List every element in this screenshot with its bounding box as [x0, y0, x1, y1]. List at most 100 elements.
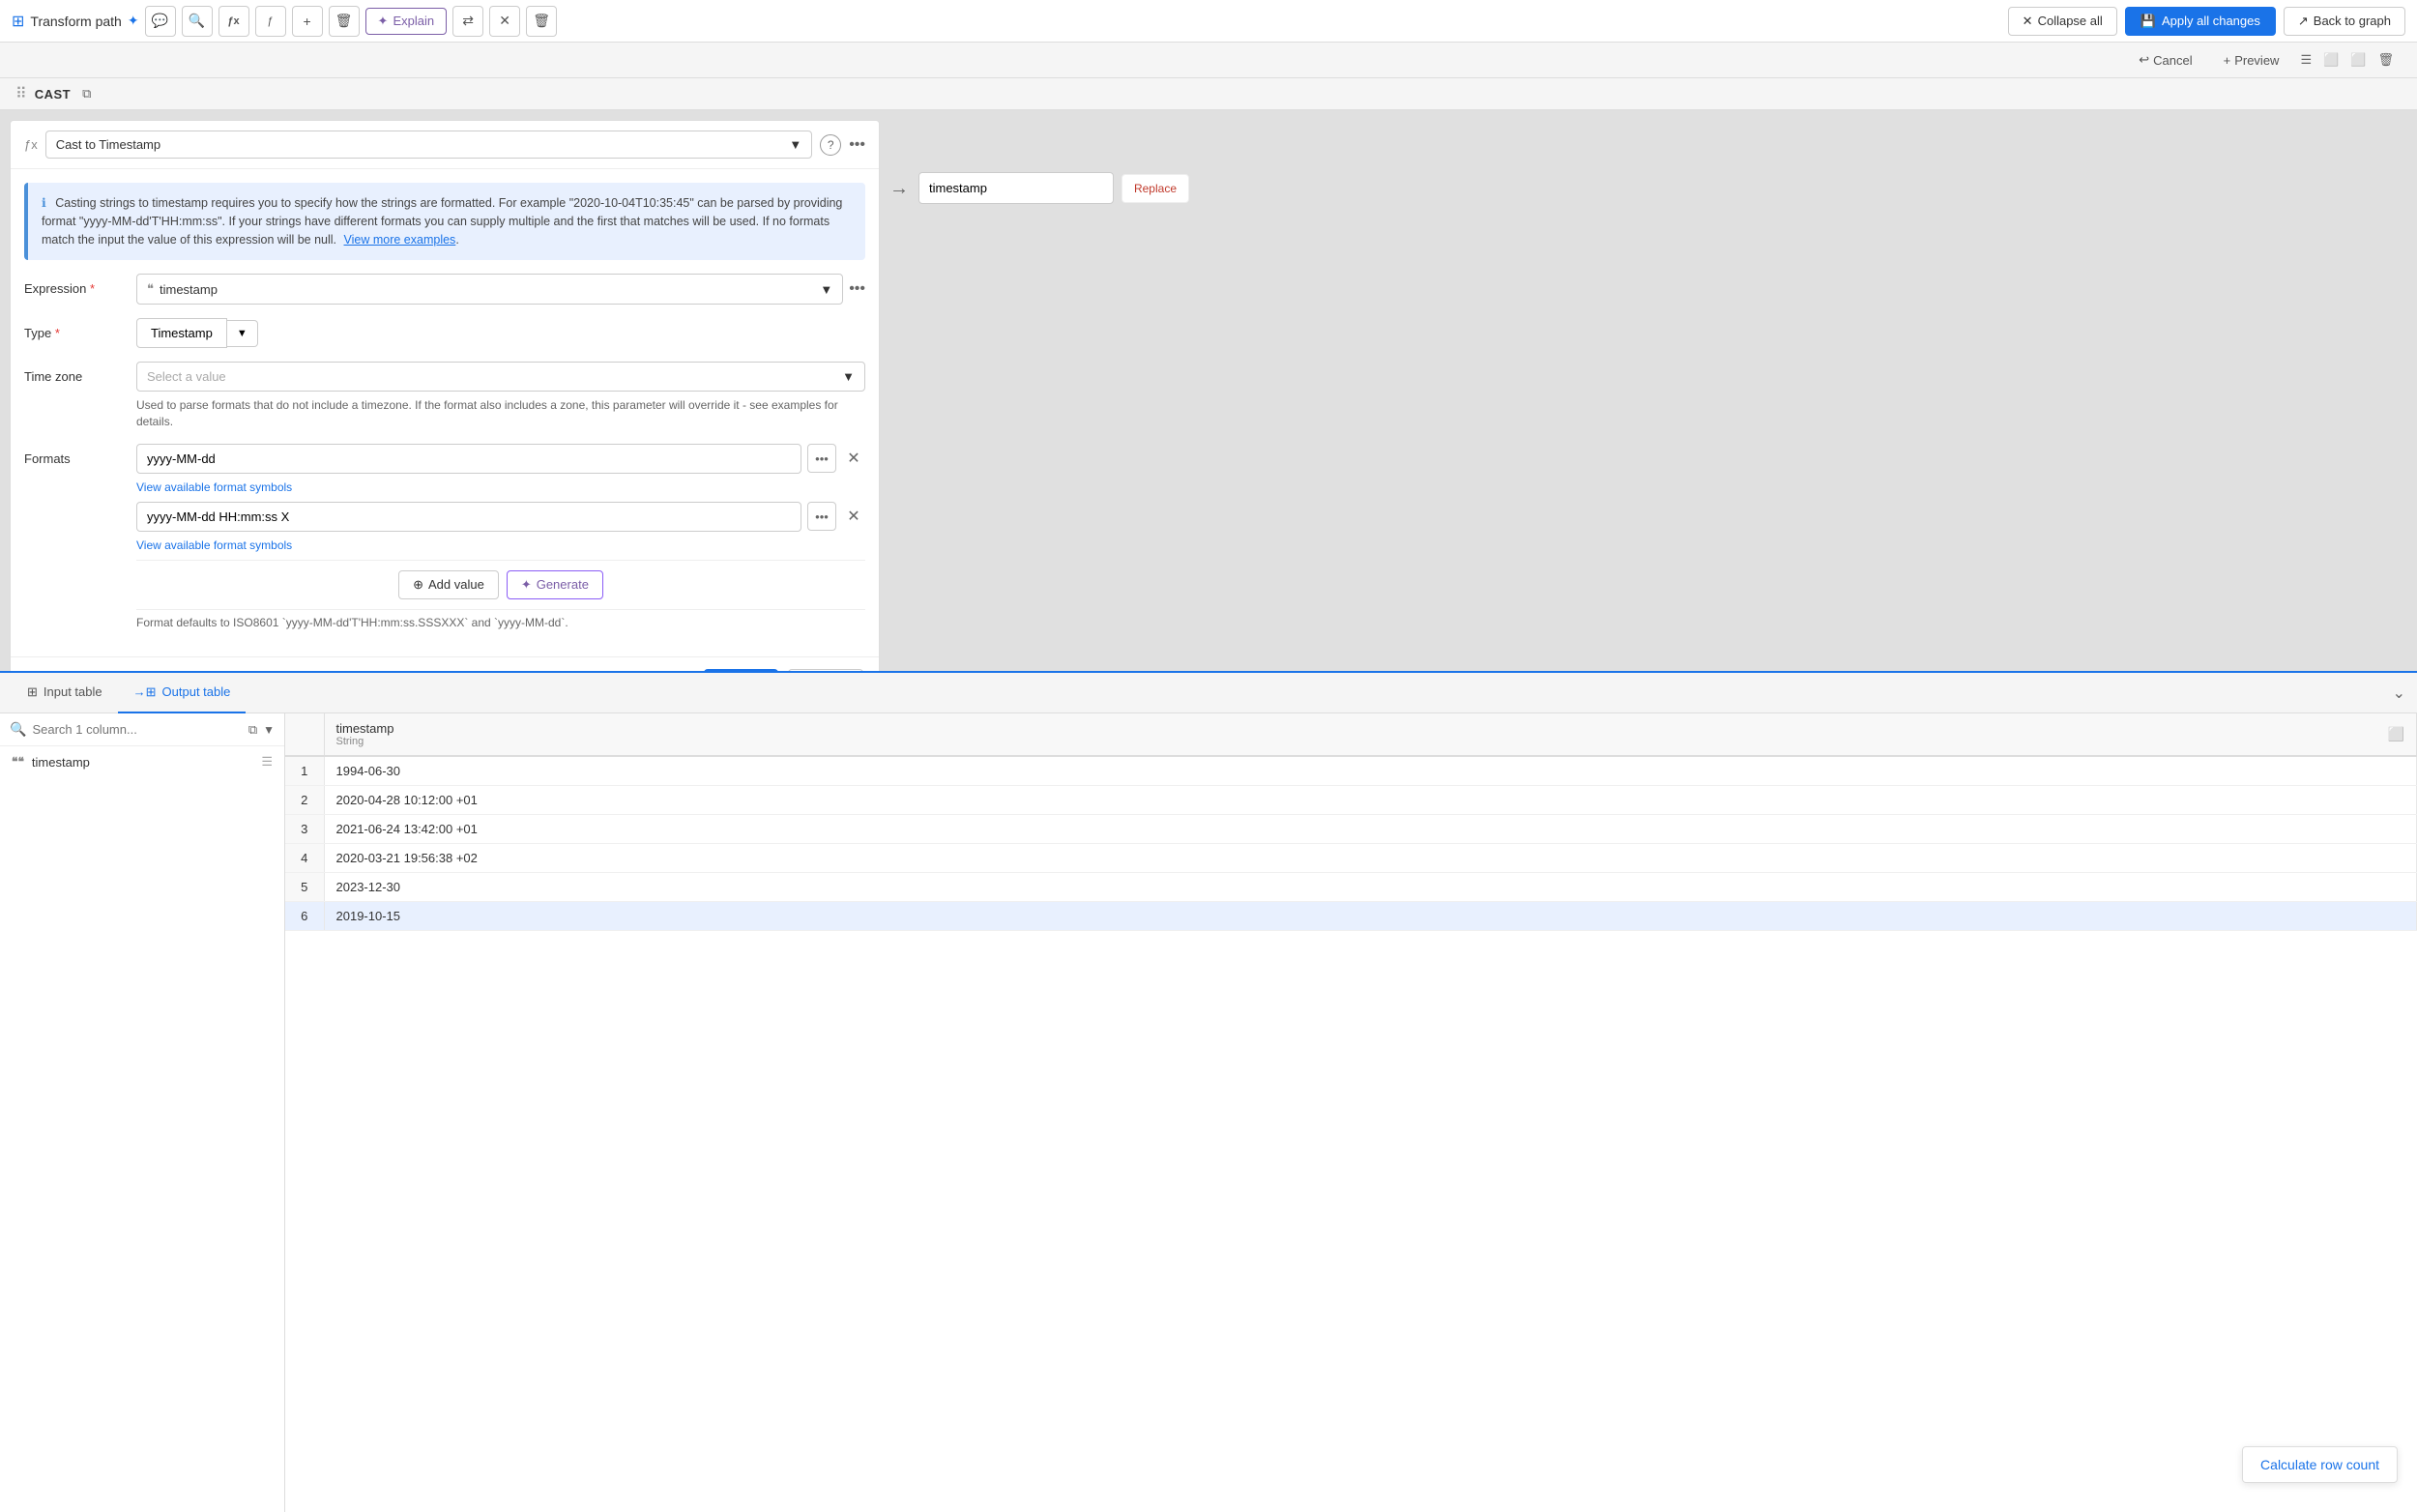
back-icon: ↗ — [2298, 14, 2309, 29]
row-num-cell: 5 — [285, 873, 324, 902]
output-table-tab[interactable]: →⊞ Output table — [118, 673, 247, 713]
preview-button[interactable]: + Preview — [2214, 49, 2289, 72]
add-value-label: Add value — [428, 577, 484, 592]
cast-section-title: CAST — [35, 87, 71, 102]
type-control: Timestamp ▼ — [136, 318, 865, 348]
format1-more-btn[interactable]: ••• — [807, 444, 836, 473]
swap-icon-btn[interactable]: ⇄ — [452, 6, 483, 37]
format2-remove-btn[interactable]: ✕ — [842, 505, 865, 528]
sort-icon[interactable]: ☰ — [261, 754, 273, 770]
upper-panel: ↩ Cancel + Preview ☰ ⬜ ⬜ 🗑 ⠿ CAST ⧉ — [0, 43, 2417, 671]
generate-button[interactable]: ✦ Generate — [507, 570, 603, 599]
more-options-icon[interactable]: ••• — [849, 136, 865, 154]
table-row[interactable]: 2 2020-04-28 10:12:00 +01 — [285, 786, 2417, 815]
view-examples-link[interactable]: View more examples — [344, 233, 456, 247]
function-select[interactable]: Cast to Timestamp ▼ — [45, 131, 812, 159]
apply-button[interactable]: Apply — [704, 669, 778, 671]
output-panel: Replace — [918, 120, 1189, 204]
plus-icon-btn[interactable]: + — [292, 6, 323, 37]
expand-icon[interactable]: ⬜ — [2350, 52, 2366, 68]
format1-remove-btn[interactable]: ✕ — [842, 447, 865, 470]
calculate-row-count-btn[interactable]: Calculate row count — [2242, 1446, 2398, 1483]
col-header-type: String — [336, 736, 394, 747]
input-table-icon: ⊞ — [27, 684, 38, 700]
trash-icon-btn[interactable]: 🗑 — [329, 6, 360, 37]
cancel-button[interactable]: Cancel — [788, 669, 863, 671]
delete-icon-btn[interactable]: 🗑 — [526, 6, 557, 37]
grid-icon: ⊞ — [12, 12, 24, 31]
cast-header: ⠿ CAST ⧉ — [0, 78, 2417, 110]
table-row[interactable]: 1 1994-06-30 — [285, 756, 2417, 786]
input-table-tab[interactable]: ⊞ Input table — [12, 673, 118, 713]
format2-input[interactable] — [136, 502, 801, 532]
format1-input[interactable] — [136, 444, 801, 474]
replace-button[interactable]: Replace — [1121, 174, 1189, 203]
search-input[interactable] — [32, 722, 242, 737]
type-value-btn[interactable]: Timestamp — [136, 318, 227, 348]
arrow-area: → — [889, 120, 909, 200]
expression-select[interactable]: ❝ timestamp ▼ — [136, 274, 843, 305]
add-value-button[interactable]: ⊕ Add value — [398, 570, 499, 599]
chevron-sidebar-icon[interactable]: ▼ — [263, 723, 275, 737]
expression-row: Expression * ❝ timestamp ▼ — [24, 274, 865, 305]
zoom-icon-btn[interactable]: 🔍 — [182, 6, 213, 37]
expand-table-btn[interactable]: ⌄ — [2393, 683, 2405, 703]
table-row[interactable]: 3 2021-06-24 13:42:00 +01 — [285, 815, 2417, 844]
trash2-icon[interactable]: 🗑 — [2377, 52, 2394, 68]
timezone-note: Used to parse formats that do not includ… — [136, 397, 865, 430]
expression-more-icon[interactable]: ••• — [849, 280, 865, 298]
expression-input-area: ❝ timestamp ▼ ••• — [136, 274, 865, 305]
filter-icon[interactable]: ☰ — [2300, 52, 2312, 68]
save-icon: 💾 — [2140, 14, 2156, 29]
preview-icon: + — [2224, 53, 2231, 68]
type-dropdown-btn[interactable]: ▼ — [227, 320, 258, 347]
formula-icon-btn[interactable]: ƒx — [218, 6, 249, 37]
apply-all-button[interactable]: 💾 Apply all changes — [2125, 7, 2276, 36]
drag-handle-icon: ⠿ — [15, 84, 27, 103]
help-icon[interactable]: ? — [820, 134, 841, 156]
table-row[interactable]: 4 2020-03-21 19:56:38 +02 — [285, 844, 2417, 873]
data-table: timestamp String ⬜ 1 1994-06-30 2 20 — [285, 713, 2417, 931]
expression-control: ❝ timestamp ▼ ••• — [136, 274, 865, 305]
add-generate-row: ⊕ Add value ✦ Generate — [136, 563, 865, 607]
table-row[interactable]: 6 2019-10-15 — [285, 902, 2417, 931]
column-name-timestamp: timestamp — [32, 755, 90, 770]
explain-label: Explain — [393, 14, 434, 28]
explain-button[interactable]: ✦ Explain — [365, 8, 448, 35]
required-star: * — [90, 281, 95, 296]
collapse-all-button[interactable]: ✕ Collapse all — [2008, 7, 2117, 36]
transform-path-label: ⊞ Transform path ✦ — [12, 12, 139, 31]
fx-prefix-icon: ƒx — [24, 137, 38, 152]
lower-panel: ⊞ Input table →⊞ Output table ⌄ 🔍 ⧉ ▼ ❝ — [0, 671, 2417, 1512]
timestamp-cell: 2019-10-15 — [324, 902, 2417, 931]
view-format-symbols-link2[interactable]: View available format symbols — [136, 538, 292, 552]
add-icon[interactable]: ✦ — [128, 13, 139, 29]
fx-icon-btn[interactable]: ƒ — [255, 6, 286, 37]
x-icon-btn[interactable]: ✕ — [489, 6, 520, 37]
format2-more-btn[interactable]: ••• — [807, 502, 836, 531]
copy-cast-icon[interactable]: ⧉ — [82, 86, 91, 102]
cancel-secondary-button[interactable]: ↩ Cancel — [2129, 48, 2201, 72]
action-row: Apply Cancel — [11, 656, 879, 671]
view-format-symbols-link1[interactable]: View available format symbols — [136, 480, 292, 494]
collapse-icon: ✕ — [2023, 14, 2033, 29]
timezone-placeholder: Select a value — [147, 369, 226, 384]
chat-icon-btn[interactable]: 💬 — [145, 6, 176, 37]
column-item-timestamp[interactable]: ❝❝ timestamp ☰ — [0, 746, 284, 777]
output-table-label: Output table — [162, 684, 231, 699]
table-tabs: ⊞ Input table →⊞ Output table ⌄ — [0, 673, 2417, 713]
cast-func-header: ƒx Cast to Timestamp ▼ ? ••• — [11, 121, 879, 169]
col-header-name: timestamp — [336, 721, 394, 736]
row-num-cell: 4 — [285, 844, 324, 873]
table-row[interactable]: 5 2023-12-30 — [285, 873, 2417, 902]
copy-sidebar-icon[interactable]: ⧉ — [248, 722, 257, 738]
back-to-graph-button[interactable]: ↗ Back to graph — [2284, 7, 2405, 36]
timezone-select[interactable]: Select a value ▼ — [136, 362, 865, 392]
data-table-container: timestamp String ⬜ 1 1994-06-30 2 20 — [285, 713, 2417, 1512]
output-column-field[interactable] — [918, 172, 1114, 204]
apply-all-label: Apply all changes — [2162, 14, 2260, 28]
type-row: Type * Timestamp ▼ — [24, 318, 865, 348]
download-col-icon[interactable]: ⬜ — [2388, 726, 2404, 742]
copy2-icon[interactable]: ⬜ — [2323, 52, 2339, 68]
timestamp-cell: 2020-04-28 10:12:00 +01 — [324, 786, 2417, 815]
